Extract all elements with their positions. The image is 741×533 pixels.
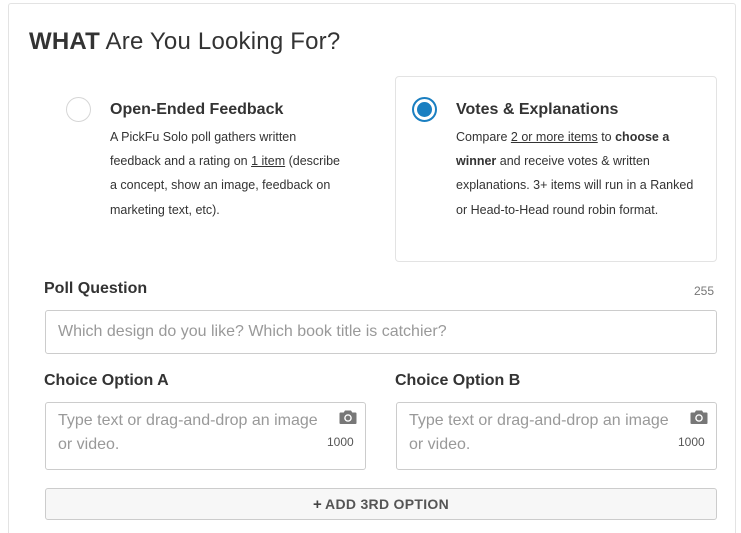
- choice-a-placeholder: Type text or drag-and-drop an image or v…: [58, 412, 318, 453]
- votes-title: Votes & Explanations: [456, 101, 619, 118]
- choice-a-label: Choice Option A: [44, 372, 169, 389]
- camera-icon[interactable]: [339, 409, 357, 425]
- votes-radio[interactable]: [412, 97, 437, 122]
- radio-selected-dot: [417, 102, 432, 117]
- camera-icon[interactable]: [690, 409, 708, 425]
- one-item-link[interactable]: 1 item: [251, 154, 285, 168]
- poll-type-votes[interactable]: Votes & Explanations Compare 2 or more i…: [395, 76, 717, 262]
- open-ended-radio[interactable]: [66, 97, 91, 122]
- poll-question-counter: 255: [694, 284, 715, 298]
- add-third-option-button[interactable]: + ADD 3RD OPTION: [45, 488, 717, 520]
- poll-type-open-ended[interactable]: Open-Ended Feedback A PickFu Solo poll g…: [49, 76, 379, 262]
- choice-a-counter: 1000: [327, 435, 354, 449]
- choice-b-label: Choice Option B: [395, 372, 521, 389]
- choice-b-counter: 1000: [678, 435, 705, 449]
- votes-description: Compare 2 or more items to choose a winn…: [456, 130, 694, 217]
- two-or-more-items-link[interactable]: 2 or more items: [511, 130, 598, 144]
- add-third-option-label: ADD 3RD OPTION: [325, 496, 450, 512]
- poll-setup-card: WHAT Are You Looking For? Open-Ended Fee…: [8, 3, 736, 533]
- section-heading: WHAT Are You Looking For?: [29, 28, 341, 55]
- poll-question-label: Poll Question: [44, 280, 148, 297]
- choice-b-placeholder: Type text or drag-and-drop an image or v…: [409, 412, 669, 453]
- open-ended-description: A PickFu Solo poll gathers written feedb…: [110, 130, 341, 217]
- open-ended-title: Open-Ended Feedback: [110, 101, 284, 118]
- poll-question-placeholder: Which design do you like? Which book tit…: [58, 323, 447, 340]
- plus-icon: +: [312, 495, 323, 513]
- choice-b-input[interactable]: Type text or drag-and-drop an image or v…: [396, 402, 717, 470]
- choice-a-input[interactable]: Type text or drag-and-drop an image or v…: [45, 402, 366, 470]
- poll-question-input[interactable]: Which design do you like? Which book tit…: [45, 310, 717, 354]
